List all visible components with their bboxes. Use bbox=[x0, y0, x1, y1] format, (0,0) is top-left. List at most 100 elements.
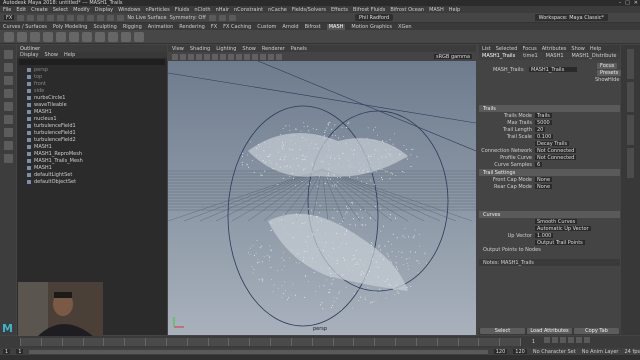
open-scene-icon[interactable] bbox=[27, 14, 35, 21]
menu-bifrost-fluids[interactable]: Bifrost Fluids bbox=[353, 7, 385, 13]
range-slider-bar[interactable] bbox=[29, 349, 488, 354]
side-tab-channel-box[interactable] bbox=[627, 49, 634, 79]
rotate-tool-icon[interactable] bbox=[3, 102, 13, 111]
smooth-shade-icon[interactable] bbox=[236, 53, 242, 60]
shelf-tab-mash[interactable]: MASH bbox=[326, 23, 346, 30]
outliner-item[interactable]: side bbox=[17, 87, 167, 94]
attr-menu-focus[interactable]: Focus bbox=[522, 46, 536, 52]
select-object-icon[interactable] bbox=[77, 14, 85, 21]
resolution-gate-icon[interactable] bbox=[220, 53, 226, 60]
range-start-field[interactable]: 1 bbox=[3, 349, 11, 355]
outliner-item[interactable]: turbulenceField2 bbox=[17, 136, 167, 143]
select-tool-icon[interactable] bbox=[3, 50, 13, 59]
snap-curve-icon[interactable] bbox=[107, 14, 115, 21]
attribute-field[interactable]: 5000 bbox=[535, 120, 552, 126]
shelf-tab-animation[interactable]: Animation bbox=[148, 24, 174, 30]
snap-grid-icon[interactable] bbox=[97, 14, 105, 21]
mash-random-icon[interactable] bbox=[56, 31, 66, 42]
playback-start-field[interactable]: 1 bbox=[16, 349, 24, 355]
isolate-select-icon[interactable] bbox=[276, 53, 282, 60]
play-forward-icon[interactable] bbox=[568, 337, 574, 343]
attribute-field[interactable]: 20 bbox=[535, 127, 546, 133]
mash-dynamics-icon[interactable] bbox=[108, 31, 118, 42]
go-to-start-icon[interactable] bbox=[544, 337, 550, 343]
grid-icon[interactable] bbox=[204, 53, 210, 60]
menu-bifrost-ocean[interactable]: Bifrost Ocean bbox=[390, 7, 424, 13]
ipr-render-icon[interactable] bbox=[218, 14, 226, 21]
undo-icon[interactable] bbox=[47, 14, 55, 21]
outliner-item[interactable]: MASH1 bbox=[17, 108, 167, 115]
layout-single-icon[interactable] bbox=[3, 128, 13, 137]
mode-selector[interactable]: FX bbox=[4, 15, 15, 21]
step-forward-icon[interactable] bbox=[576, 337, 582, 343]
load-attributes-button[interactable]: Load Attributes bbox=[527, 328, 572, 334]
select-button[interactable]: Select bbox=[480, 328, 525, 334]
lasso-tool-icon[interactable] bbox=[3, 63, 13, 72]
attribute-field[interactable]: None bbox=[535, 177, 553, 183]
outliner-item[interactable]: MASH1_Trails_Mesh bbox=[17, 157, 167, 164]
scale-tool-icon[interactable] bbox=[3, 115, 13, 124]
attr-menu-selected[interactable]: Selected bbox=[496, 46, 518, 52]
attr-menu-show[interactable]: Show bbox=[571, 46, 585, 52]
node-tab-distribute[interactable]: MASH1_Distribute bbox=[572, 53, 617, 59]
step-back-icon[interactable] bbox=[552, 337, 558, 343]
attribute-field[interactable]: Not Connected bbox=[535, 155, 577, 161]
mash-signal-icon[interactable] bbox=[82, 31, 92, 42]
outliner-item[interactable]: MASH1 bbox=[17, 143, 167, 150]
new-scene-icon[interactable] bbox=[17, 14, 25, 21]
menu-modify[interactable]: Modify bbox=[73, 7, 90, 13]
outliner-menu-show[interactable]: Show bbox=[44, 52, 58, 58]
select-component-icon[interactable] bbox=[87, 14, 95, 21]
attribute-field[interactable]: None bbox=[535, 184, 553, 190]
attribute-field[interactable]: Output Trail Points bbox=[535, 240, 585, 246]
shelf-tab-curves[interactable]: Curves / Surfaces bbox=[3, 24, 47, 30]
outliner-menu-help[interactable]: Help bbox=[64, 52, 75, 58]
render-icon[interactable] bbox=[208, 14, 216, 21]
shelf-tab-custom[interactable]: Custom bbox=[257, 24, 276, 30]
viewport-menu-lighting[interactable]: Lighting bbox=[216, 46, 236, 52]
shelf-tab-fx-caching[interactable]: FX Caching bbox=[223, 24, 251, 30]
shelf-tab-sculpting[interactable]: Sculpting bbox=[93, 24, 116, 30]
viewport-menu-shading[interactable]: Shading bbox=[190, 46, 210, 52]
copy-tab-button[interactable]: Copy Tab bbox=[574, 328, 619, 334]
menu-edit[interactable]: Edit bbox=[16, 7, 26, 13]
film-gate-icon[interactable] bbox=[212, 53, 218, 60]
mash-trails-icon[interactable] bbox=[95, 31, 105, 42]
select-hierarchy-icon[interactable] bbox=[67, 14, 75, 21]
shelf-tab-arnold[interactable]: Arnold bbox=[282, 24, 298, 30]
attr-menu-help[interactable]: Help bbox=[590, 46, 601, 52]
trails-section-header[interactable]: Trails bbox=[479, 105, 620, 112]
time-ruler[interactable] bbox=[20, 338, 521, 346]
mash-create-network-icon[interactable] bbox=[4, 31, 14, 42]
attr-menu-attributes[interactable]: Attributes bbox=[542, 46, 567, 52]
mash-outliner-icon[interactable] bbox=[30, 31, 40, 42]
fps-label[interactable]: 24 fps bbox=[625, 349, 640, 355]
camera-attributes-icon[interactable] bbox=[180, 53, 186, 60]
move-tool-icon[interactable] bbox=[3, 89, 13, 98]
viewport-menu-panels[interactable]: Panels bbox=[291, 46, 307, 52]
side-tab-attribute-editor[interactable] bbox=[627, 82, 634, 112]
camera-select-icon[interactable] bbox=[172, 53, 178, 60]
mash-curve-icon[interactable] bbox=[121, 31, 131, 42]
mash-editor-icon[interactable] bbox=[17, 31, 27, 42]
menu-select[interactable]: Select bbox=[53, 7, 68, 13]
range-end-field[interactable]: 120 bbox=[513, 349, 527, 355]
playback-end-field[interactable]: 120 bbox=[493, 349, 508, 355]
shelf-tab-motion-graphics[interactable]: Motion Graphics bbox=[351, 24, 392, 30]
outliner-item[interactable]: waveTileable bbox=[17, 101, 167, 108]
paint-select-icon[interactable] bbox=[3, 76, 13, 85]
shelf-tab-rendering[interactable]: Rendering bbox=[179, 24, 205, 30]
menu-help[interactable]: Help bbox=[449, 7, 460, 13]
save-scene-icon[interactable] bbox=[37, 14, 45, 21]
outliner-item[interactable]: turbulenceField1 bbox=[17, 129, 167, 136]
shelf-tab-rigging[interactable]: Rigging bbox=[123, 24, 142, 30]
shelf-tab-xgen[interactable]: XGen bbox=[398, 24, 412, 30]
render-settings-icon[interactable] bbox=[228, 14, 236, 21]
attribute-field[interactable]: Not Connected bbox=[535, 148, 577, 154]
attribute-field[interactable]: 6 bbox=[535, 162, 543, 168]
menu-nhair[interactable]: nHair bbox=[216, 7, 229, 13]
redo-icon[interactable] bbox=[57, 14, 65, 21]
focus-button[interactable]: Focus bbox=[597, 63, 618, 69]
outliner-item[interactable]: front bbox=[17, 80, 167, 87]
attribute-field[interactable]: 0.100 bbox=[535, 134, 554, 140]
